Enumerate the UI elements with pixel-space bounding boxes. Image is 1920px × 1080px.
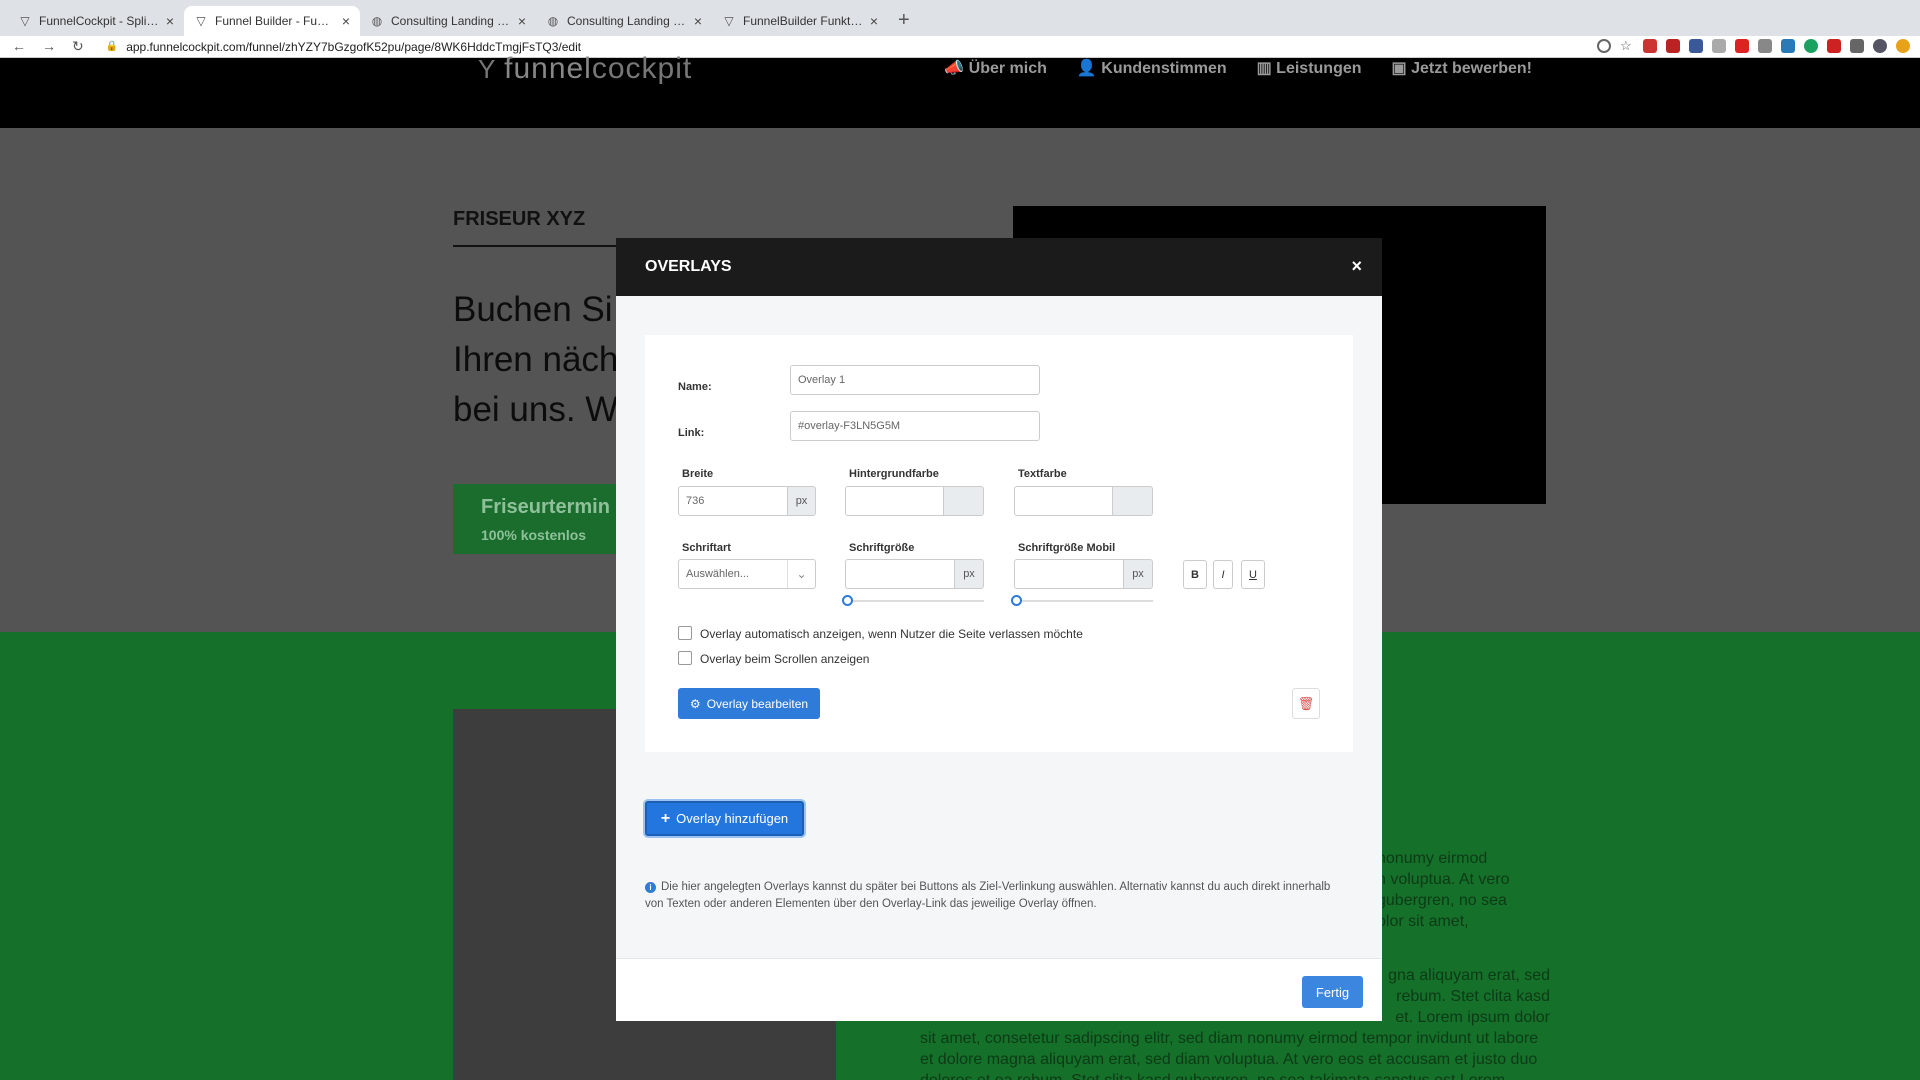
lorem-text: nonumy eirmod n voluptua. At vero guberg… — [1377, 850, 1510, 930]
font-size-slider-handle[interactable] — [842, 595, 853, 606]
breite-input[interactable]: 736 — [678, 486, 788, 516]
extension-icon[interactable] — [1712, 39, 1726, 53]
extension-icon[interactable] — [1804, 39, 1818, 53]
link-input[interactable]: #overlay-F3LN5G5M — [790, 411, 1040, 441]
font-size-slider[interactable] — [848, 600, 984, 602]
hero-subtitle: FRISEUR XYZ — [453, 208, 586, 230]
scroll-label: Overlay beim Scrollen anzeigen — [700, 652, 870, 666]
breite-label: Breite — [682, 468, 714, 480]
menu-icon[interactable] — [1850, 39, 1864, 53]
font-label: Schriftart — [682, 542, 731, 554]
menu-item-bewerben[interactable]: ▣ Jetzt bewerben! — [1392, 58, 1532, 78]
extensions-bar: ☆ — [1597, 39, 1910, 53]
browser-tab-bar: ▽FunnelCockpit - Splittests, Ma...× ▽Fun… — [0, 0, 1920, 36]
extension-icon[interactable] — [1735, 39, 1749, 53]
extension-icon[interactable] — [1896, 39, 1910, 53]
font-size-mobile-slider[interactable] — [1017, 600, 1153, 602]
font-select[interactable]: Auswählen... ⌄ — [678, 559, 816, 589]
info-icon: i — [645, 882, 656, 893]
px-addon: px — [787, 486, 816, 516]
tab-funktionen[interactable]: ▽FunnelBuilder Funktionen & El...× — [712, 6, 888, 36]
name-label: Name: — [678, 381, 712, 393]
px-addon: px — [954, 559, 984, 589]
plus-icon: + — [660, 809, 671, 827]
modal-header: OVERLAYS × — [616, 238, 1382, 296]
new-tab-button[interactable]: + — [888, 6, 920, 36]
calendar-icon: ▣ — [1391, 60, 1412, 77]
underline-button[interactable]: U — [1241, 560, 1265, 589]
menu-item-ueber-mich[interactable]: 📣 Über mich — [944, 58, 1047, 78]
site-menu: 📣 Über mich 👤 Kundenstimmen ▥ Leistungen… — [944, 58, 1532, 78]
close-tab-icon[interactable]: × — [870, 13, 878, 29]
user-icon: 👤 — [1076, 60, 1102, 77]
exit-intent-label: Overlay automatisch anzeigen, wenn Nutze… — [700, 627, 1083, 641]
funnel-icon: ▽ — [196, 14, 206, 28]
globe-icon: ◍ — [371, 14, 383, 28]
bold-button[interactable]: B — [1183, 560, 1207, 589]
link-label: Link: — [678, 427, 705, 439]
target-icon[interactable] — [1597, 39, 1611, 53]
font-size-mobile-label: Schriftgröße Mobil — [1018, 542, 1116, 554]
px-addon: px — [1123, 559, 1153, 589]
bg-color-input[interactable] — [845, 486, 944, 516]
font-size-label: Schriftgröße — [849, 542, 915, 554]
done-button[interactable]: Fertig — [1302, 976, 1363, 1008]
extension-icon[interactable] — [1781, 39, 1795, 53]
text-color-swatch[interactable] — [1112, 486, 1153, 516]
menu-item-kundenstimmen[interactable]: 👤 Kundenstimmen — [1077, 58, 1227, 78]
funnel-icon: ▽ — [724, 14, 734, 28]
close-tab-icon[interactable]: × — [166, 13, 174, 29]
modal-footer: Fertig — [616, 958, 1382, 1021]
extension-icon[interactable] — [1827, 39, 1841, 53]
delete-overlay-button[interactable]: 🗑 — [1292, 688, 1320, 719]
trash-icon: 🗑 — [1297, 695, 1315, 711]
font-size-mobile-input[interactable] — [1014, 559, 1124, 589]
tab-consulting-2[interactable]: ◍Consulting Landing Page× — [536, 6, 712, 36]
tab-funnel-builder[interactable]: ▽Funnel Builder - FunnelCockpit× — [184, 6, 360, 36]
globe-icon: ◍ — [547, 14, 559, 28]
address-bar: ← → ↻ 🔒 app.funnelcockpit.com/funnel/zhY… — [0, 36, 1920, 58]
extension-icon[interactable] — [1643, 39, 1657, 53]
extension-icon[interactable] — [1689, 39, 1703, 53]
funnel-icon: ▽ — [20, 14, 30, 28]
star-icon[interactable]: ☆ — [1620, 39, 1634, 53]
overlays-modal: OVERLAYS × Name: Overlay 1 Link: #overla… — [616, 238, 1382, 1021]
bg-color-swatch[interactable] — [943, 486, 984, 516]
text-color-input[interactable] — [1014, 486, 1113, 516]
modal-title: OVERLAYS — [645, 258, 732, 275]
close-tab-icon[interactable]: × — [518, 13, 526, 29]
add-overlay-button[interactable]: + Overlay hinzufügen — [645, 801, 804, 836]
extension-icon[interactable] — [1666, 39, 1680, 53]
funnel-icon: Y — [478, 54, 505, 84]
chart-icon: ▥ — [1256, 60, 1277, 77]
extension-icon[interactable] — [1758, 39, 1772, 53]
exit-intent-checkbox[interactable] — [678, 626, 692, 640]
avatar[interactable] — [1873, 39, 1887, 53]
site-logo: Y funnelcockpit — [478, 52, 693, 85]
lock-icon: 🔒 — [105, 41, 119, 52]
scroll-checkbox[interactable] — [678, 651, 692, 665]
info-text: i Die hier angelegten Overlays kannst du … — [645, 881, 1331, 910]
chevron-down-icon: ⌄ — [787, 560, 815, 588]
font-size-mobile-slider-handle[interactable] — [1011, 595, 1022, 606]
close-icon[interactable]: × — [1351, 256, 1362, 277]
font-size-input[interactable] — [845, 559, 955, 589]
close-tab-icon[interactable]: × — [694, 13, 702, 29]
hero-headline: Buchen Si Ihren näch bei uns. W — [453, 290, 619, 429]
reload-icon[interactable]: ↻ — [72, 38, 84, 55]
forward-icon[interactable]: → — [42, 38, 56, 55]
back-icon[interactable]: ← — [12, 38, 26, 55]
megaphone-icon: 📣 — [944, 60, 969, 77]
menu-item-leistungen[interactable]: ▥ Leistungen — [1257, 58, 1362, 78]
tab-splittests[interactable]: ▽FunnelCockpit - Splittests, Ma...× — [8, 6, 184, 36]
name-input[interactable]: Overlay 1 — [790, 365, 1040, 395]
gear-icon: ⚙ — [689, 696, 701, 711]
tab-consulting-1[interactable]: ◍Consulting Landing Page× — [360, 6, 536, 36]
close-tab-icon[interactable]: × — [342, 13, 350, 29]
italic-button[interactable]: I — [1213, 560, 1233, 589]
overlay-card: Name: Overlay 1 Link: #overlay-F3LN5G5M … — [645, 335, 1353, 752]
edit-overlay-button[interactable]: ⚙ Overlay bearbeiten — [678, 688, 820, 719]
text-color-label: Textfarbe — [1018, 468, 1067, 480]
bg-color-label: Hintergrundfarbe — [849, 468, 939, 480]
